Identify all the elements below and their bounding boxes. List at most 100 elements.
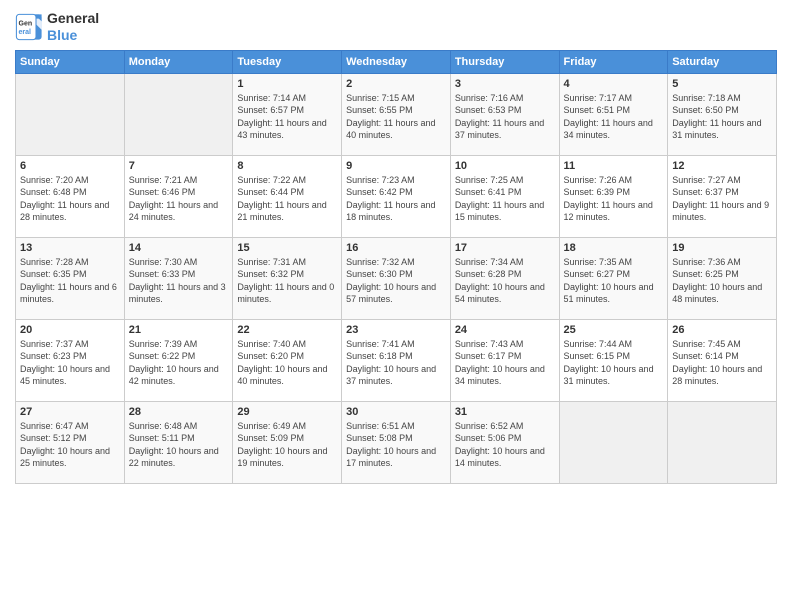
day-info: Sunrise: 7:31 AM Sunset: 6:32 PM Dayligh…	[237, 256, 337, 306]
day-number: 2	[346, 78, 446, 90]
day-number: 18	[564, 242, 664, 254]
day-header-tuesday: Tuesday	[233, 50, 342, 73]
calendar-cell: 8Sunrise: 7:22 AM Sunset: 6:44 PM Daylig…	[233, 155, 342, 237]
day-number: 19	[672, 242, 772, 254]
calendar-cell: 24 Sunrise: 7:43 AM Sunset: 6:17 PM Dayli…	[450, 319, 559, 401]
calendar-table: SundayMondayTuesdayWednesdayThursdayFrid…	[15, 50, 777, 484]
day-number: 29	[237, 406, 337, 418]
calendar-cell: 3Sunrise: 7:16 AM Sunset: 6:53 PM Daylig…	[450, 73, 559, 155]
page: Gen eral General Blue SundayMondayTuesda…	[0, 0, 792, 612]
calendar-cell: 22 Sunrise: 7:40 AM Sunset: 6:20 PM Dayli…	[233, 319, 342, 401]
day-number: 27	[20, 406, 120, 418]
day-info: Sunrise: 6:47 AM Sunset: 5:12 PM Dayligh…	[20, 420, 120, 470]
calendar-cell: 11 Sunrise: 7:26 AM Sunset: 6:39 PM Dayli…	[559, 155, 668, 237]
week-row-5: 27 Sunrise: 6:47 AM Sunset: 5:12 PM Dayli…	[16, 401, 777, 483]
calendar-cell: 9 Sunrise: 7:23 AM Sunset: 6:42 PM Daylig…	[342, 155, 451, 237]
svg-text:Gen: Gen	[19, 20, 33, 27]
day-number: 24	[455, 324, 555, 336]
day-info: Sunrise: 7:45 AM Sunset: 6:14 PM Dayligh…	[672, 338, 772, 388]
day-number: 17	[455, 242, 555, 254]
calendar-cell: 31 Sunrise: 6:52 AM Sunset: 5:06 PM Dayli…	[450, 401, 559, 483]
week-row-4: 20 Sunrise: 7:37 AM Sunset: 6:23 PM Dayli…	[16, 319, 777, 401]
day-info: Sunrise: 7:36 AM Sunset: 6:25 PM Dayligh…	[672, 256, 772, 306]
day-number: 9	[346, 160, 446, 172]
day-info: Sunrise: 7:37 AM Sunset: 6:23 PM Dayligh…	[20, 338, 120, 388]
calendar-cell: 17 Sunrise: 7:34 AM Sunset: 6:28 PM Dayli…	[450, 237, 559, 319]
day-info: Sunrise: 7:34 AM Sunset: 6:28 PM Dayligh…	[455, 256, 555, 306]
calendar-cell: 27 Sunrise: 6:47 AM Sunset: 5:12 PM Dayli…	[16, 401, 125, 483]
calendar-cell: 7 Sunrise: 7:21 AM Sunset: 6:46 PM Daylig…	[124, 155, 233, 237]
day-number: 4	[564, 78, 664, 90]
logo-icon: Gen eral	[15, 13, 43, 41]
day-header-wednesday: Wednesday	[342, 50, 451, 73]
calendar-cell: 12 Sunrise: 7:27 AM Sunset: 6:37 PM Dayli…	[668, 155, 777, 237]
day-header-friday: Friday	[559, 50, 668, 73]
week-row-3: 13Sunrise: 7:28 AM Sunset: 6:35 PM Dayli…	[16, 237, 777, 319]
calendar-cell: 30 Sunrise: 6:51 AM Sunset: 5:08 PM Dayli…	[342, 401, 451, 483]
calendar-cell: 4 Sunrise: 7:17 AM Sunset: 6:51 PM Daylig…	[559, 73, 668, 155]
day-info: Sunrise: 7:27 AM Sunset: 6:37 PM Dayligh…	[672, 174, 772, 224]
day-info: Sunrise: 7:15 AM Sunset: 6:55 PM Dayligh…	[346, 92, 446, 142]
day-info: Sunrise: 7:30 AM Sunset: 6:33 PM Dayligh…	[129, 256, 229, 306]
day-info: Sunrise: 7:40 AM Sunset: 6:20 PM Dayligh…	[237, 338, 337, 388]
calendar-cell: 28 Sunrise: 6:48 AM Sunset: 5:11 PM Dayli…	[124, 401, 233, 483]
day-info: Sunrise: 7:35 AM Sunset: 6:27 PM Dayligh…	[564, 256, 664, 306]
day-info: Sunrise: 6:48 AM Sunset: 5:11 PM Dayligh…	[129, 420, 229, 470]
day-number: 31	[455, 406, 555, 418]
calendar-cell: 29 Sunrise: 6:49 AM Sunset: 5:09 PM Dayli…	[233, 401, 342, 483]
calendar-cell: 1Sunrise: 7:14 AM Sunset: 6:57 PM Daylig…	[233, 73, 342, 155]
day-info: Sunrise: 7:44 AM Sunset: 6:15 PM Dayligh…	[564, 338, 664, 388]
week-row-2: 6 Sunrise: 7:20 AM Sunset: 6:48 PM Daylig…	[16, 155, 777, 237]
day-number: 15	[237, 242, 337, 254]
day-info: Sunrise: 7:41 AM Sunset: 6:18 PM Dayligh…	[346, 338, 446, 388]
svg-text:eral: eral	[19, 29, 32, 36]
day-info: Sunrise: 6:51 AM Sunset: 5:08 PM Dayligh…	[346, 420, 446, 470]
day-info: Sunrise: 6:52 AM Sunset: 5:06 PM Dayligh…	[455, 420, 555, 470]
day-header-saturday: Saturday	[668, 50, 777, 73]
day-number: 5	[672, 78, 772, 90]
calendar-cell: 13Sunrise: 7:28 AM Sunset: 6:35 PM Dayli…	[16, 237, 125, 319]
day-number: 7	[129, 160, 229, 172]
day-info: Sunrise: 7:26 AM Sunset: 6:39 PM Dayligh…	[564, 174, 664, 224]
day-info: Sunrise: 7:39 AM Sunset: 6:22 PM Dayligh…	[129, 338, 229, 388]
calendar-cell: 25 Sunrise: 7:44 AM Sunset: 6:15 PM Dayli…	[559, 319, 668, 401]
calendar-cell: 20 Sunrise: 7:37 AM Sunset: 6:23 PM Dayli…	[16, 319, 125, 401]
calendar-cell: 21 Sunrise: 7:39 AM Sunset: 6:22 PM Dayli…	[124, 319, 233, 401]
day-info: Sunrise: 7:25 AM Sunset: 6:41 PM Dayligh…	[455, 174, 555, 224]
day-number: 21	[129, 324, 229, 336]
calendar-cell: 16Sunrise: 7:32 AM Sunset: 6:30 PM Dayli…	[342, 237, 451, 319]
day-info: Sunrise: 7:28 AM Sunset: 6:35 PM Dayligh…	[20, 256, 120, 306]
day-info: Sunrise: 7:43 AM Sunset: 6:17 PM Dayligh…	[455, 338, 555, 388]
day-info: Sunrise: 7:20 AM Sunset: 6:48 PM Dayligh…	[20, 174, 120, 224]
day-number: 6	[20, 160, 120, 172]
calendar-cell: 6 Sunrise: 7:20 AM Sunset: 6:48 PM Daylig…	[16, 155, 125, 237]
calendar-cell: 19 Sunrise: 7:36 AM Sunset: 6:25 PM Dayli…	[668, 237, 777, 319]
day-number: 20	[20, 324, 120, 336]
day-header-sunday: Sunday	[16, 50, 125, 73]
day-number: 14	[129, 242, 229, 254]
day-number: 12	[672, 160, 772, 172]
day-number: 22	[237, 324, 337, 336]
day-info: Sunrise: 7:17 AM Sunset: 6:51 PM Dayligh…	[564, 92, 664, 142]
day-info: Sunrise: 7:14 AM Sunset: 6:57 PM Dayligh…	[237, 92, 337, 142]
calendar-cell	[668, 401, 777, 483]
day-number: 30	[346, 406, 446, 418]
calendar-cell	[124, 73, 233, 155]
calendar-cell: 5Sunrise: 7:18 AM Sunset: 6:50 PM Daylig…	[668, 73, 777, 155]
day-info: Sunrise: 7:23 AM Sunset: 6:42 PM Dayligh…	[346, 174, 446, 224]
day-number: 10	[455, 160, 555, 172]
calendar-cell: 14 Sunrise: 7:30 AM Sunset: 6:33 PM Dayli…	[124, 237, 233, 319]
logo: Gen eral General Blue	[15, 10, 99, 44]
day-number: 23	[346, 324, 446, 336]
calendar-cell: 26Sunrise: 7:45 AM Sunset: 6:14 PM Dayli…	[668, 319, 777, 401]
day-info: Sunrise: 7:21 AM Sunset: 6:46 PM Dayligh…	[129, 174, 229, 224]
day-number: 25	[564, 324, 664, 336]
day-header-thursday: Thursday	[450, 50, 559, 73]
day-number: 8	[237, 160, 337, 172]
day-number: 16	[346, 242, 446, 254]
calendar-cell	[16, 73, 125, 155]
day-info: Sunrise: 6:49 AM Sunset: 5:09 PM Dayligh…	[237, 420, 337, 470]
calendar-cell	[559, 401, 668, 483]
day-number: 28	[129, 406, 229, 418]
day-number: 11	[564, 160, 664, 172]
